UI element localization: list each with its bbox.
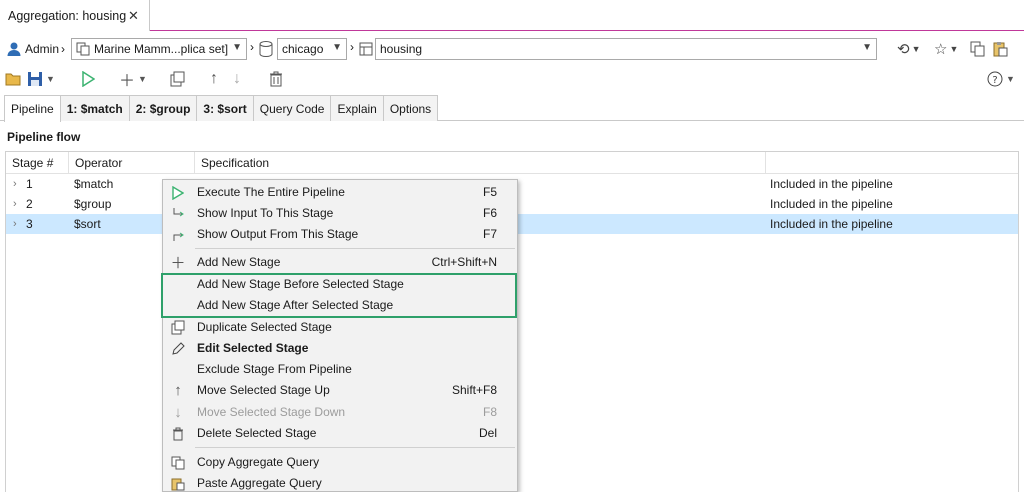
- breadcrumb-separator-icon: ›: [61, 42, 66, 56]
- open-folder-icon[interactable]: [4, 68, 22, 90]
- menu-item-copy-query[interactable]: Copy Aggregate Query: [163, 452, 517, 473]
- stage-status: Included in the pipeline: [770, 197, 893, 211]
- move-up-icon[interactable]: ↑: [206, 68, 222, 90]
- menu-item-duplicate-stage[interactable]: Duplicate Selected Stage: [163, 317, 517, 338]
- copy-icon[interactable]: [970, 38, 986, 60]
- run-icon[interactable]: [78, 68, 98, 90]
- stage-number: 3: [26, 217, 33, 231]
- user-crumb[interactable]: Admin ›: [6, 38, 65, 60]
- menu-item-execute-pipeline[interactable]: Execute The Entire Pipeline F5: [163, 182, 517, 203]
- editor-tabs: Pipeline 1: $match 2: $group 3: $sort Qu…: [0, 95, 1024, 122]
- expand-chevron-icon[interactable]: ›: [13, 194, 17, 214]
- menu-item-add-new-stage[interactable]: ＋ Add New Stage Ctrl+Shift+N: [163, 252, 517, 273]
- svg-text:?: ?: [992, 75, 997, 86]
- database-select[interactable]: chicago ▼: [277, 38, 347, 60]
- tab-options[interactable]: Options: [382, 95, 439, 121]
- database-icon: [259, 38, 275, 60]
- menu-separator: [195, 447, 515, 448]
- show-output-icon: [169, 226, 187, 243]
- arrow-down-icon: ↓: [174, 404, 182, 421]
- tab-pipeline[interactable]: Pipeline: [4, 95, 61, 122]
- breadcrumb: Admin › Marine Mamm...plica set] ▼ › chi…: [0, 36, 1024, 62]
- document-tab[interactable]: Aggregation: housing ✕: [0, 0, 150, 31]
- copy-icon: [169, 454, 187, 471]
- add-stage-icon[interactable]: ＋ ▼: [115, 68, 151, 90]
- table-header: Stage # Operator Specification: [6, 152, 1018, 174]
- move-down-icon[interactable]: ↓: [229, 68, 245, 90]
- duplicate-icon: [169, 319, 187, 336]
- trash-icon: [169, 425, 187, 442]
- favorites-star-icon[interactable]: ☆ ▼: [934, 38, 958, 60]
- menu-separator: [195, 248, 515, 249]
- tab-query-code[interactable]: Query Code: [252, 95, 332, 121]
- connection-select[interactable]: Marine Mamm...plica set] ▼: [71, 38, 247, 60]
- chevron-down-icon: ▼: [232, 42, 242, 53]
- column-header-specification[interactable]: Specification: [195, 152, 766, 174]
- breadcrumb-separator-icon: ›: [250, 40, 254, 54]
- user-label: Admin: [25, 42, 60, 56]
- menu-item-delete-stage[interactable]: Delete Selected Stage Del: [163, 423, 517, 444]
- breadcrumb-separator-icon: ›: [350, 40, 354, 54]
- menu-item-paste-query[interactable]: Paste Aggregate Query: [163, 473, 517, 492]
- user-icon: [7, 42, 21, 56]
- column-header-operator[interactable]: Operator: [69, 152, 195, 174]
- replica-set-icon: [76, 42, 90, 56]
- column-header-stage[interactable]: Stage #: [6, 152, 69, 174]
- tab-explain[interactable]: Explain: [330, 95, 384, 121]
- context-menu: Execute The Entire Pipeline F5 Show Inpu…: [162, 179, 518, 492]
- toolbar: ▼ ＋ ▼ ↑ ↓ ? ▼: [0, 66, 1024, 92]
- collection-select[interactable]: housing ▼: [375, 38, 877, 60]
- menu-item-move-up[interactable]: ↑ Move Selected Stage Up Shift+F8: [163, 380, 517, 401]
- menu-item-exclude-stage[interactable]: Exclude Stage From Pipeline: [163, 359, 517, 380]
- duplicate-icon[interactable]: [168, 68, 188, 90]
- document-tab-title: Aggregation: housing: [8, 8, 127, 23]
- paste-icon: [169, 475, 187, 492]
- history-icon[interactable]: ⟲ ▼: [897, 38, 921, 60]
- stage-operator: $sort: [74, 217, 101, 231]
- chevron-down-icon: ▼: [862, 42, 872, 53]
- tab-stage-2[interactable]: 2: $group: [128, 95, 198, 121]
- save-icon[interactable]: ▼: [25, 68, 57, 90]
- column-header-status[interactable]: [766, 152, 1018, 174]
- highlight-box: [161, 273, 517, 318]
- close-tab-icon[interactable]: ✕: [128, 8, 139, 24]
- run-icon: [169, 184, 187, 201]
- help-icon[interactable]: ? ▼: [984, 68, 1018, 90]
- tab-stage-3[interactable]: 3: $sort: [196, 95, 254, 121]
- arrow-up-icon: ↑: [174, 382, 182, 399]
- expand-chevron-icon[interactable]: ›: [13, 214, 17, 234]
- collection-label: housing: [380, 42, 423, 56]
- stage-status: Included in the pipeline: [770, 177, 893, 191]
- tab-stage-1[interactable]: 1: $match: [59, 95, 130, 121]
- menu-item-show-input[interactable]: Show Input To This Stage F6: [163, 203, 517, 224]
- menu-item-move-down[interactable]: ↓ Move Selected Stage Down F8: [163, 402, 517, 423]
- collection-icon: [359, 38, 375, 60]
- stage-number: 1: [26, 177, 33, 191]
- connection-label: Marine Mamm...plica set]: [94, 42, 229, 56]
- menu-item-show-output[interactable]: Show Output From This Stage F7: [163, 224, 517, 245]
- section-title: Pipeline flow: [7, 130, 81, 144]
- stage-number: 2: [26, 197, 33, 211]
- pencil-icon: [169, 340, 187, 357]
- stage-operator: $match: [74, 177, 114, 191]
- stage-status: Included in the pipeline: [770, 217, 893, 231]
- plus-icon: ＋: [170, 255, 186, 272]
- menu-item-edit-stage[interactable]: Edit Selected Stage: [163, 338, 517, 359]
- show-input-icon: [169, 205, 187, 222]
- paste-icon[interactable]: [992, 38, 1008, 60]
- trash-icon[interactable]: [266, 68, 286, 90]
- stage-operator: $group: [74, 197, 112, 211]
- expand-chevron-icon[interactable]: ›: [13, 174, 17, 194]
- document-tab-bar: Aggregation: housing ✕: [0, 0, 1024, 31]
- chevron-down-icon: ▼: [332, 42, 342, 53]
- database-label: chicago: [282, 42, 324, 56]
